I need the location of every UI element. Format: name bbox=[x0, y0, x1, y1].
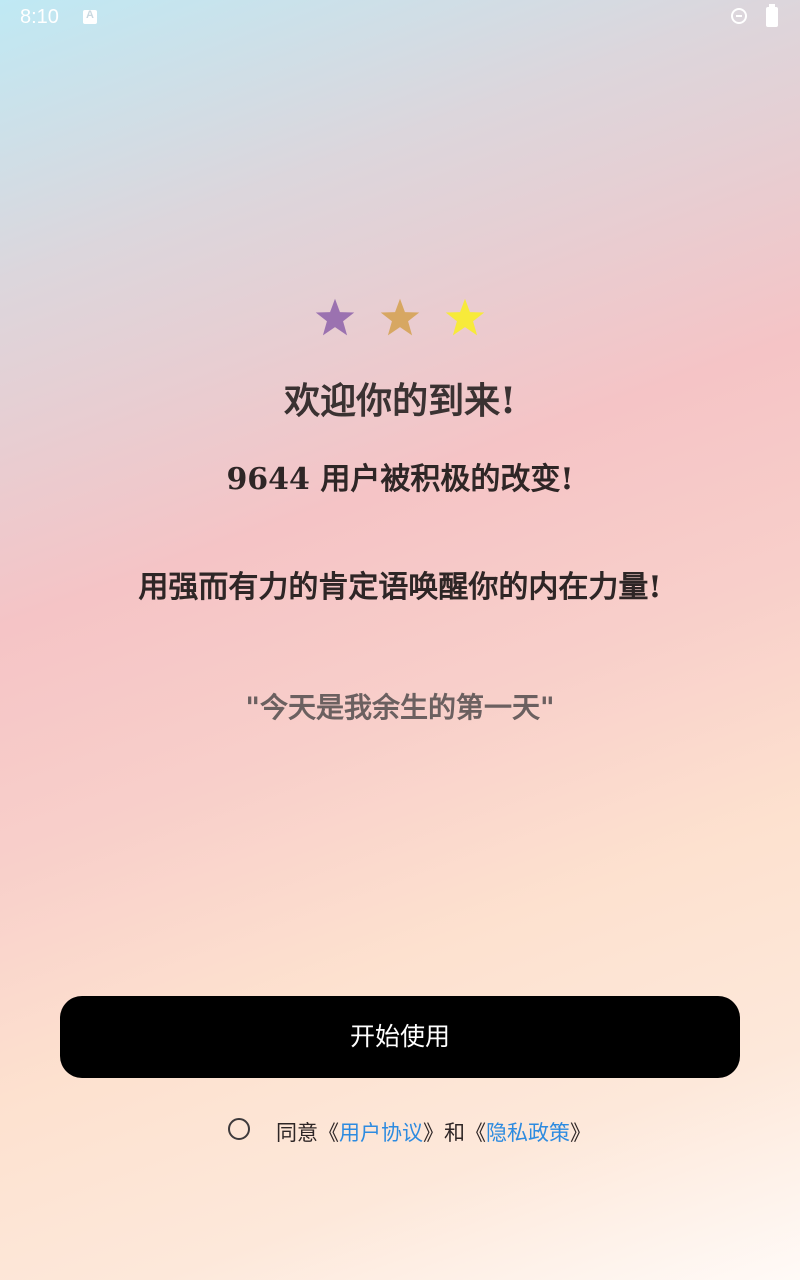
user-agreement-link[interactable]: 用户协议 bbox=[339, 1121, 423, 1145]
privacy-open-bracket: 《 bbox=[465, 1121, 486, 1145]
status-time: 8:10 bbox=[20, 6, 59, 28]
tagline: 用强而有力的肯定语唤醒你的内在力量! bbox=[138, 570, 662, 605]
agree-close-bracket: 》 bbox=[423, 1121, 444, 1145]
status-bar: 8:10 A bbox=[0, 0, 800, 36]
start-button[interactable]: 开始使用 bbox=[60, 996, 740, 1078]
agree-prefix: 同意 bbox=[276, 1121, 318, 1145]
privacy-close-bracket: 》 bbox=[570, 1121, 591, 1145]
keyboard-a-icon: A bbox=[83, 9, 97, 24]
star-icon bbox=[380, 298, 420, 336]
daily-quote: "今天是我余生的第一天" bbox=[245, 691, 555, 724]
battery-icon bbox=[766, 4, 778, 27]
users-count-line: 9644 用户被积极的改变! bbox=[226, 462, 574, 497]
welcome-title: 欢迎你的到来! bbox=[284, 380, 516, 422]
agree-radio-button[interactable] bbox=[228, 1118, 250, 1140]
agree-conjunction: 和 bbox=[444, 1121, 465, 1145]
agree-open-bracket: 《 bbox=[318, 1121, 339, 1145]
do-not-disturb-icon bbox=[731, 8, 747, 24]
agreement-text: 同意《用户协议》和《隐私政策》 bbox=[276, 1117, 591, 1147]
agreement-row: 同意《用户协议》和《隐私政策》 bbox=[226, 1114, 626, 1148]
star-icon bbox=[315, 298, 355, 336]
privacy-policy-link[interactable]: 隐私政策 bbox=[486, 1121, 570, 1145]
star-rating bbox=[0, 296, 800, 344]
keyboard-a-letter: A bbox=[86, 9, 94, 21]
star-icon bbox=[445, 298, 485, 336]
